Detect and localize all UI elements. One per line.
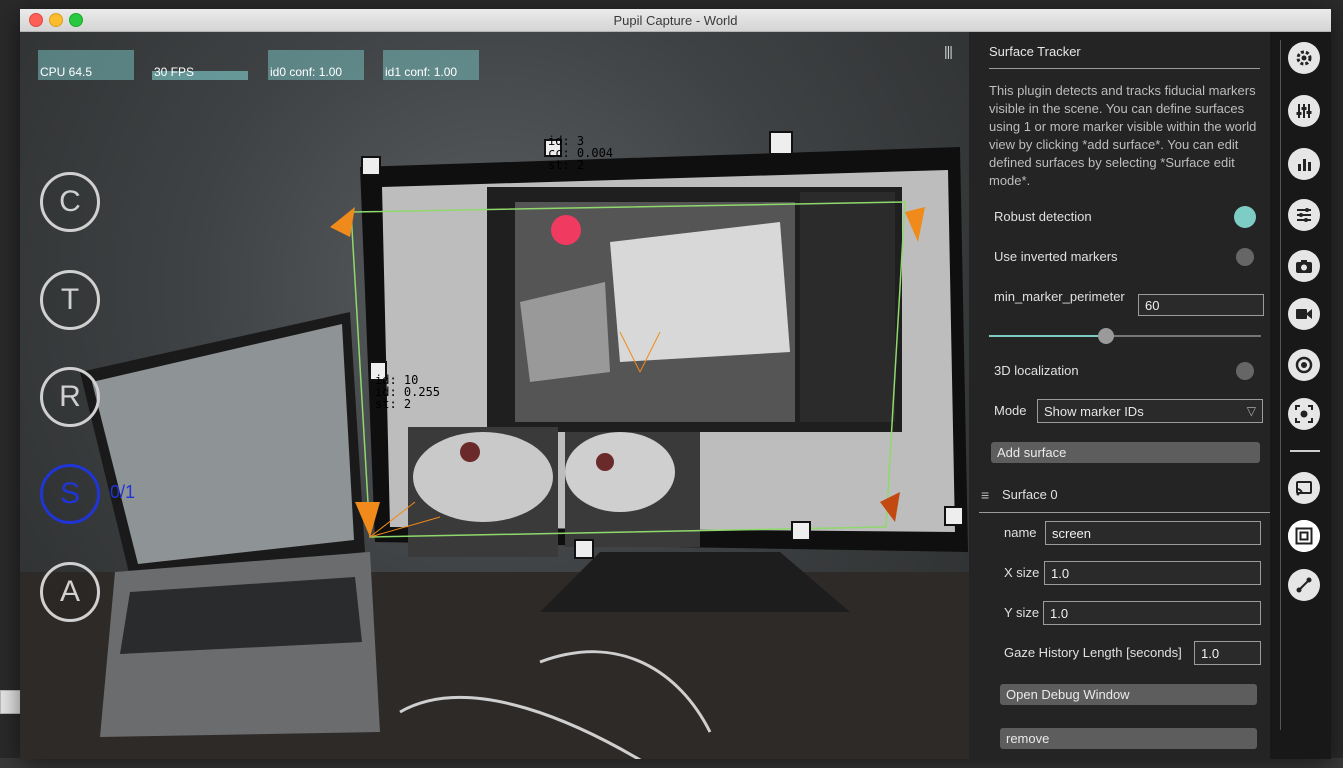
calibration-icon[interactable] <box>1288 569 1320 601</box>
icon-bar-divider <box>1280 40 1281 730</box>
world-camera-view[interactable]: CPU 64.5 30 FPS id0 conf: 1.00 id1 conf:… <box>20 32 969 759</box>
test-button[interactable]: T <box>40 270 100 330</box>
fps-label: 30 FPS <box>154 65 195 79</box>
video-icon[interactable] <box>1288 298 1320 330</box>
hamburger-icon[interactable]: ≡ <box>981 487 989 503</box>
open-debug-window-button[interactable]: Open Debug Window <box>1000 684 1257 705</box>
app-window: Pupil Capture - World CPU 64.5 30 FPS id… <box>20 9 1331 759</box>
window-title: Pupil Capture - World <box>613 13 738 28</box>
remove-surface-button[interactable]: remove <box>1000 728 1257 749</box>
surface-name-label: name <box>1004 525 1037 540</box>
robust-detection-toggle[interactable] <box>1234 206 1256 228</box>
gaze-history-label: Gaze History Length [seconds] <box>1004 645 1182 660</box>
surface-divider <box>979 512 1270 513</box>
add-surface-button[interactable]: Add surface <box>991 442 1260 463</box>
surface-tracker-icon[interactable] <box>1288 520 1320 552</box>
scene-illustration <box>20 131 969 759</box>
y-size-input[interactable] <box>1043 601 1261 625</box>
localization-toggle[interactable] <box>1236 362 1254 380</box>
target-icon[interactable] <box>1288 349 1320 381</box>
id1-label: id1 conf: 1.00 <box>385 65 458 79</box>
annotation-button[interactable]: A <box>40 562 100 622</box>
min-perimeter-label: min_marker_perimeter <box>994 289 1125 304</box>
cpu-graph: CPU 64.5 <box>38 50 134 80</box>
surface-button[interactable]: S <box>40 464 100 524</box>
slider-handle[interactable] <box>1097 328 1114 344</box>
slider-fill <box>989 335 1106 337</box>
min-perimeter-slider[interactable] <box>989 328 1261 344</box>
inverted-markers-label: Use inverted markers <box>994 249 1118 264</box>
marker-label: id: 3 cc: 0.004 st: 2 <box>548 134 614 172</box>
surface-tracker-menu: Surface Tracker This plugin detects and … <box>969 32 1270 759</box>
mode-select[interactable]: Show marker IDs ▽ <box>1037 399 1263 423</box>
settings-list-icon[interactable] <box>1288 199 1320 231</box>
mode-value: Show marker IDs <box>1044 404 1144 419</box>
localization-label: 3D localization <box>994 363 1079 378</box>
desktop-strip <box>0 758 1343 768</box>
x-size-label: X size <box>1004 565 1040 580</box>
record-button[interactable]: R <box>40 367 100 427</box>
surface-title: Surface 0 <box>1002 487 1058 502</box>
sliders-icon[interactable] <box>1288 95 1320 127</box>
robust-detection-label: Robust detection <box>994 209 1092 224</box>
bar-chart-icon[interactable] <box>1288 148 1320 180</box>
gaze-history-input[interactable] <box>1194 641 1261 665</box>
background-window-edge <box>0 690 22 714</box>
mode-label: Mode <box>994 403 1027 418</box>
fps-graph: 30 FPS <box>152 50 248 80</box>
surface-name-input[interactable] <box>1045 521 1261 545</box>
focus-icon[interactable] <box>1288 398 1320 430</box>
x-size-input[interactable] <box>1044 561 1261 585</box>
menu-toggle-icon[interactable]: ||| <box>944 43 953 59</box>
min-perimeter-input[interactable] <box>1138 294 1264 316</box>
title-divider <box>989 68 1260 69</box>
plugin-description: This plugin detects and tracks fiducial … <box>989 83 1257 188</box>
id1-conf-graph: id1 conf: 1.00 <box>383 50 479 80</box>
y-size-label: Y size <box>1004 605 1040 620</box>
plugin-icon-bar <box>1270 32 1331 759</box>
chevron-down-icon: ▽ <box>1246 404 1256 418</box>
icon-bar-separator <box>1290 450 1320 452</box>
cast-icon[interactable] <box>1288 472 1320 504</box>
camera-icon[interactable] <box>1288 250 1320 282</box>
inverted-markers-toggle[interactable] <box>1236 248 1254 266</box>
calibrate-button[interactable]: C <box>40 172 100 232</box>
cpu-label: CPU 64.5 <box>40 65 93 79</box>
surface-count: 0/1 <box>110 482 136 502</box>
title-bar: Pupil Capture - World <box>20 9 1331 32</box>
menu-title: Surface Tracker <box>989 44 1081 59</box>
id0-conf-graph: id0 conf: 1.00 <box>268 50 364 80</box>
id0-label: id0 conf: 1.00 <box>270 65 343 79</box>
marker-label: id: 10 id: 0.255 st: 2 <box>375 373 441 411</box>
gear-icon[interactable] <box>1288 42 1320 74</box>
